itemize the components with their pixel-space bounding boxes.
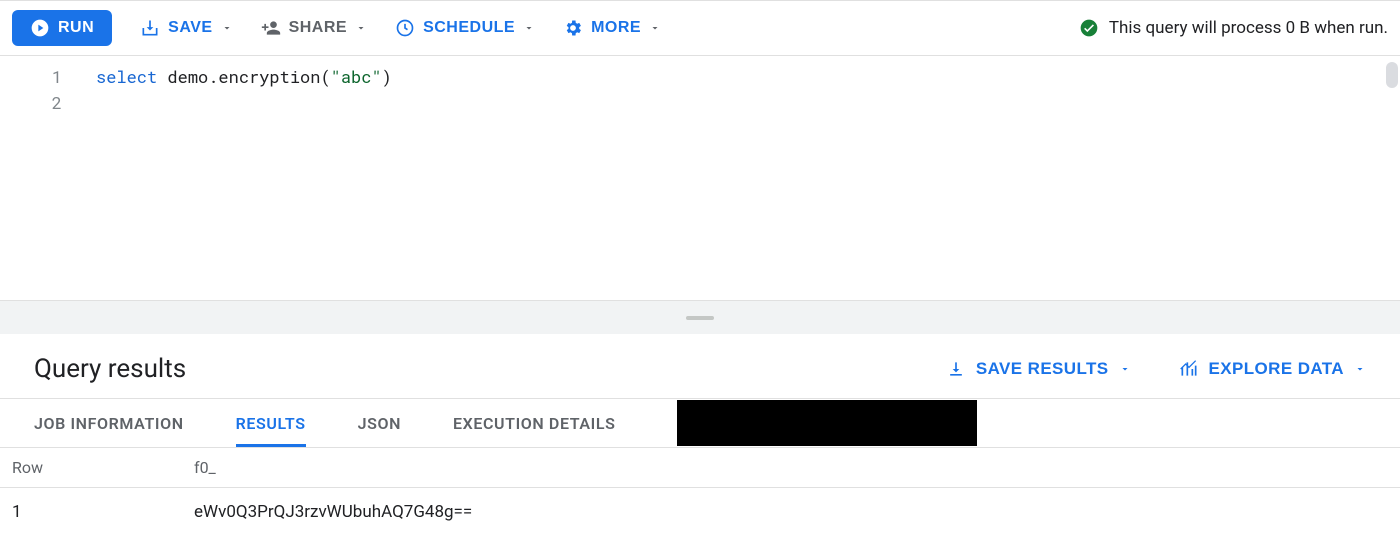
- query-status: This query will process 0 B when run.: [1079, 18, 1388, 38]
- more-label: MORE: [591, 19, 641, 37]
- query-toolbar: RUN SAVE SHARE SCHEDULE MORE: [0, 0, 1400, 56]
- tab-results[interactable]: RESULTS: [236, 399, 306, 447]
- cell-f0-value: eWv0Q3PrQJ3rzvWUbuhAQ7G48g==: [194, 502, 1388, 522]
- save-results-button[interactable]: SAVE RESULTS: [946, 359, 1131, 379]
- line-gutter: 1 2: [0, 56, 96, 300]
- schedule-button[interactable]: SCHEDULE: [395, 18, 535, 38]
- line-number: 1: [0, 64, 96, 90]
- caret-down-icon: [355, 22, 367, 34]
- cell-row-number: 1: [12, 502, 194, 522]
- results-actions: SAVE RESULTS EXPLORE DATA: [946, 359, 1366, 379]
- col-header-f0: f0_: [194, 458, 1388, 477]
- chart-icon: [1179, 359, 1199, 379]
- status-text: This query will process 0 B when run.: [1109, 18, 1388, 38]
- scrollbar[interactable]: [1386, 62, 1398, 88]
- run-label: RUN: [58, 19, 94, 37]
- explore-data-button[interactable]: EXPLORE DATA: [1179, 359, 1366, 379]
- resize-strip[interactable]: [0, 300, 1400, 334]
- share-label: SHARE: [289, 19, 348, 37]
- sql-keyword: select: [96, 65, 157, 88]
- gear-icon: [563, 18, 583, 38]
- tab-job-information[interactable]: JOB INFORMATION: [34, 399, 184, 447]
- results-table-header: Row f0_: [0, 448, 1400, 488]
- caret-down-icon: [523, 22, 535, 34]
- schedule-label: SCHEDULE: [423, 19, 515, 37]
- download-icon: [946, 359, 966, 379]
- person-add-icon: [261, 18, 281, 38]
- line-number: 2: [0, 90, 96, 116]
- sql-editor[interactable]: 1 2 select demo.encryption("abc"): [0, 56, 1400, 300]
- save-icon: [140, 18, 160, 38]
- check-circle-icon: [1079, 18, 1099, 38]
- explore-data-label: EXPLORE DATA: [1209, 359, 1344, 379]
- caret-down-icon: [221, 22, 233, 34]
- share-button[interactable]: SHARE: [261, 18, 368, 38]
- tab-execution-details[interactable]: EXECUTION DETAILS: [453, 399, 615, 447]
- tab-json[interactable]: JSON: [358, 399, 401, 447]
- table-row: 1 eWv0Q3PrQJ3rzvWUbuhAQ7G48g==: [0, 488, 1400, 522]
- run-button[interactable]: RUN: [12, 10, 112, 46]
- caret-down-icon: [649, 22, 661, 34]
- drag-handle-icon[interactable]: [686, 316, 714, 320]
- col-header-row: Row: [12, 458, 194, 477]
- caret-down-icon: [1354, 363, 1366, 375]
- results-tabs: JOB INFORMATION RESULTS JSON EXECUTION D…: [0, 398, 1400, 448]
- sql-string: "abc": [331, 65, 382, 88]
- redacted-block: [677, 400, 977, 446]
- clock-icon: [395, 18, 415, 38]
- save-button[interactable]: SAVE: [140, 18, 232, 38]
- sql-text: ): [382, 65, 392, 88]
- more-button[interactable]: MORE: [563, 18, 661, 38]
- code-area[interactable]: select demo.encryption("abc"): [96, 56, 1400, 300]
- results-header: Query results SAVE RESULTS EXPLORE DATA: [0, 334, 1400, 398]
- results-title: Query results: [34, 354, 186, 384]
- sql-text: demo.encryption(: [157, 65, 330, 88]
- play-icon: [30, 18, 50, 38]
- caret-down-icon: [1119, 363, 1131, 375]
- save-results-label: SAVE RESULTS: [976, 359, 1109, 379]
- save-label: SAVE: [168, 19, 212, 37]
